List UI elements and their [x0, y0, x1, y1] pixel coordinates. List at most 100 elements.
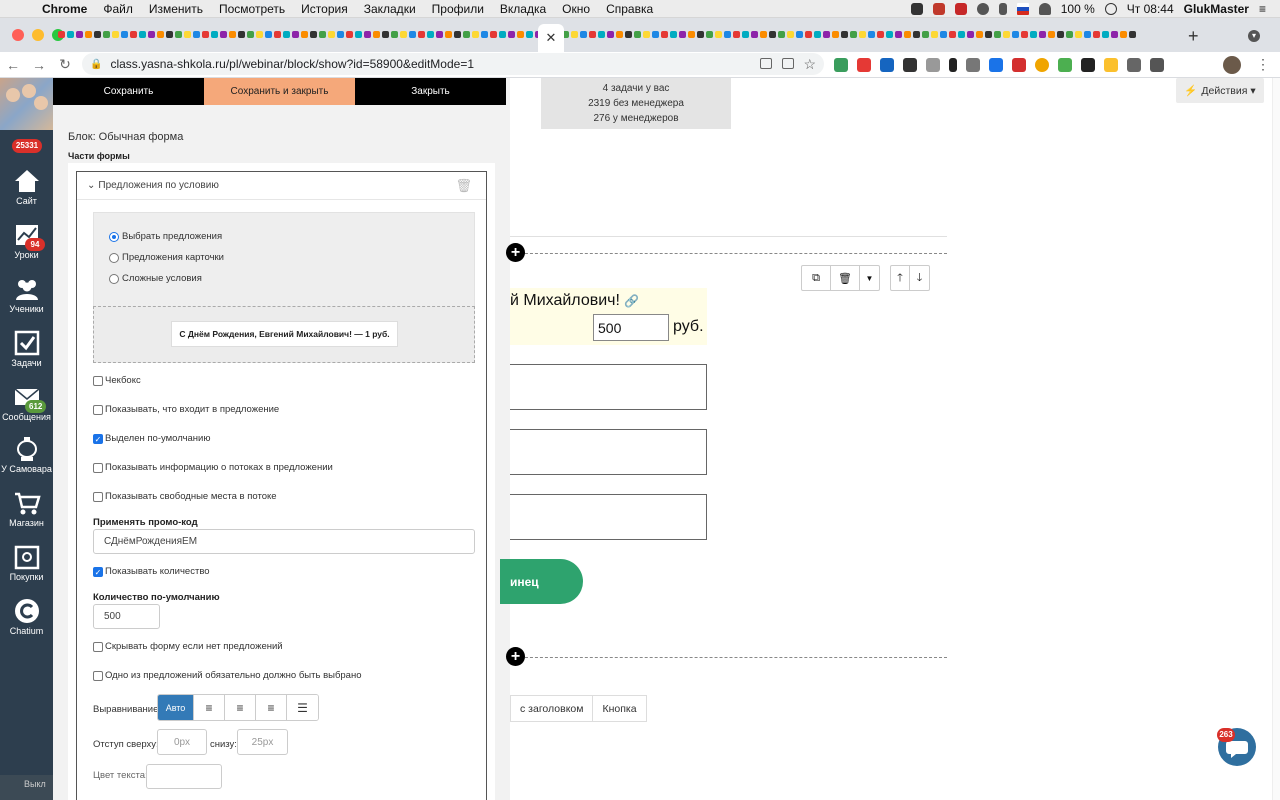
stats-line[interactable]: 4 задачи у вас	[541, 81, 731, 96]
extension-icon[interactable]	[989, 58, 1003, 72]
extension-icon[interactable]	[1012, 58, 1026, 72]
browser-tab[interactable]	[706, 27, 714, 43]
browser-tab[interactable]	[427, 27, 435, 43]
browser-tab[interactable]	[688, 27, 696, 43]
time-machine-icon[interactable]	[976, 2, 989, 15]
stats-line[interactable]: 276 у менеджеров	[541, 111, 731, 126]
browser-tab[interactable]	[589, 27, 597, 43]
browser-tab[interactable]	[139, 27, 147, 43]
selected-offers-dropzone[interactable]: С Днём Рождения, Евгений Михайлович! — 1…	[93, 306, 475, 363]
browser-tab[interactable]	[193, 27, 201, 43]
browser-tab[interactable]	[607, 27, 615, 43]
menu-list-icon[interactable]: ≡	[1259, 2, 1266, 16]
extension-icon[interactable]	[1058, 58, 1072, 72]
browser-tab[interactable]	[868, 27, 876, 43]
new-tab-button[interactable]: +	[1188, 26, 1199, 47]
browser-tab[interactable]	[229, 27, 237, 43]
browser-tab[interactable]	[913, 27, 921, 43]
menu-bookmarks[interactable]: Закладки	[356, 2, 424, 16]
browser-tab[interactable]	[598, 27, 606, 43]
nav-shop[interactable]: Магазин	[0, 486, 53, 538]
offer-title[interactable]: й Михайлович! 🔗	[510, 292, 639, 310]
chevron-down-icon[interactable]: ⌄	[87, 180, 95, 191]
chrome-menu-icon[interactable]: ⋮	[1256, 56, 1270, 73]
browser-tab[interactable]	[184, 27, 192, 43]
browser-tab[interactable]	[841, 27, 849, 43]
browser-tab[interactable]	[643, 27, 651, 43]
wifi-icon[interactable]	[1038, 2, 1051, 15]
browser-tab[interactable]	[76, 27, 84, 43]
close-tab-icon[interactable]: ✕	[546, 30, 557, 46]
browser-tab[interactable]	[301, 27, 309, 43]
padding-top-input[interactable]: 0px	[157, 729, 207, 755]
browser-tab[interactable]	[157, 27, 165, 43]
browser-tab[interactable]	[481, 27, 489, 43]
browser-tab[interactable]	[976, 27, 984, 43]
page-scrollbar[interactable]	[1272, 78, 1280, 800]
browser-tab[interactable]	[274, 27, 282, 43]
browser-tab[interactable]	[490, 27, 498, 43]
browser-tab[interactable]	[1075, 27, 1083, 43]
browser-tab[interactable]	[1093, 27, 1101, 43]
browser-tab[interactable]	[373, 27, 381, 43]
nav-lessons[interactable]: 94 Уроки	[0, 218, 53, 270]
browser-tab[interactable]	[760, 27, 768, 43]
menu-window[interactable]: Окно	[554, 2, 598, 16]
browser-tab[interactable]	[670, 27, 678, 43]
browser-tab[interactable]	[652, 27, 660, 43]
browser-tab[interactable]	[346, 27, 354, 43]
browser-tab[interactable]	[211, 27, 219, 43]
browser-tab[interactable]	[310, 27, 318, 43]
browser-tab[interactable]	[1003, 27, 1011, 43]
stats-line[interactable]: 2319 без менеджера	[541, 96, 731, 111]
status-icon[interactable]	[910, 2, 923, 15]
nav-purchases[interactable]: Покупки	[0, 540, 53, 592]
browser-tab[interactable]	[508, 27, 516, 43]
checkbox[interactable]	[93, 404, 103, 415]
checkbox-checked[interactable]: ✓	[93, 433, 103, 444]
browser-tab[interactable]	[499, 27, 507, 43]
checkbox-hide-form[interactable]: Скрывать форму если нет предложений	[93, 641, 283, 652]
browser-tab[interactable]	[148, 27, 156, 43]
form-part-header[interactable]: ⌄ Предложения по условию 🗑	[77, 172, 486, 200]
tab-search-icon[interactable]: ▾	[1248, 30, 1260, 42]
bookmark-star-icon[interactable]: ☆	[803, 56, 816, 73]
radio-button[interactable]	[109, 273, 119, 284]
form-field[interactable]	[510, 364, 707, 410]
url-text[interactable]: class.yasna-shkola.ru/pl/webinar/block/s…	[110, 57, 474, 71]
back-icon[interactable]: ←	[0, 57, 26, 73]
browser-tab[interactable]	[1111, 27, 1119, 43]
reload-icon[interactable]: ↻	[52, 56, 78, 73]
reading-list-icon[interactable]	[1150, 58, 1164, 72]
menu-profiles[interactable]: Профили	[424, 2, 492, 16]
checkbox-checkbox-mode[interactable]: Чекбокс	[93, 375, 141, 386]
browser-tab[interactable]	[1039, 27, 1047, 43]
align-right-icon[interactable]: ≡	[256, 695, 287, 720]
radio-complex-conditions[interactable]: Сложные условия	[109, 273, 202, 284]
browser-tab[interactable]	[805, 27, 813, 43]
browser-tab[interactable]	[418, 27, 426, 43]
browser-tab[interactable]	[949, 27, 957, 43]
browser-tab[interactable]	[823, 27, 831, 43]
browser-tab[interactable]	[328, 27, 336, 43]
username[interactable]: GlukMaster	[1184, 2, 1249, 16]
search-icon[interactable]	[1104, 2, 1117, 15]
browser-tab[interactable]	[1012, 27, 1020, 43]
tab-with-title[interactable]: с заголовком	[510, 695, 594, 722]
browser-tab[interactable]	[787, 27, 795, 43]
align-justify-icon[interactable]: ☰	[287, 695, 318, 720]
browser-tab[interactable]	[742, 27, 750, 43]
browser-tab[interactable]	[1120, 27, 1128, 43]
browser-tab[interactable]	[769, 27, 777, 43]
radio-button[interactable]	[109, 231, 119, 242]
browser-tab[interactable]	[985, 27, 993, 43]
text-color-input[interactable]	[146, 764, 222, 789]
quantity-input[interactable]: 500	[593, 314, 669, 341]
address-bar[interactable]: 🔒 class.yasna-shkola.ru/pl/webinar/block…	[82, 53, 824, 75]
extension-icon[interactable]	[857, 58, 871, 72]
browser-tab[interactable]	[571, 27, 579, 43]
browser-tab[interactable]	[103, 27, 111, 43]
browser-tab[interactable]	[1066, 27, 1074, 43]
active-tab[interactable]: ✕	[538, 24, 564, 52]
menu-file[interactable]: Файл	[95, 2, 141, 16]
